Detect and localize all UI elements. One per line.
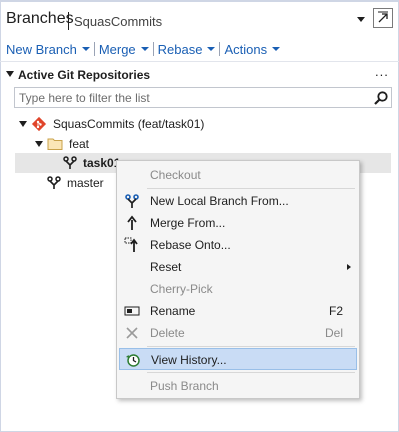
history-icon bbox=[126, 354, 140, 367]
tree-repo-row[interactable]: SquasCommits (feat/task01) bbox=[19, 114, 204, 134]
menu-item-label: Cherry-Pick bbox=[150, 282, 213, 296]
branch-icon bbox=[63, 156, 77, 169]
folder-icon bbox=[47, 138, 63, 150]
panel-header: Branches SquasCommits bbox=[0, 2, 399, 36]
tree-branch-row[interactable]: master bbox=[47, 173, 104, 193]
actions-label: Actions bbox=[224, 41, 268, 57]
toolbar-separator bbox=[152, 42, 154, 56]
rebase-icon bbox=[124, 237, 138, 252]
actions-button[interactable]: Actions bbox=[224, 42, 284, 57]
search-icon[interactable] bbox=[373, 90, 389, 106]
menu-item-merge-from[interactable]: Merge From... bbox=[119, 212, 357, 234]
folder-label: feat bbox=[69, 137, 90, 151]
expand-triangle-icon[interactable] bbox=[35, 141, 43, 147]
branch-label: master bbox=[67, 176, 104, 190]
tree-branch-row-current[interactable]: task01 bbox=[63, 153, 120, 173]
menu-item-rename[interactable]: Rename F2 bbox=[119, 300, 357, 322]
branch-icon bbox=[47, 176, 61, 189]
new-branch-label: New Branch bbox=[6, 41, 77, 57]
delete-icon bbox=[126, 327, 138, 339]
more-options-button[interactable]: ... bbox=[375, 64, 389, 79]
rebase-button[interactable]: Rebase bbox=[158, 42, 220, 57]
menu-item-cherry-pick[interactable]: Cherry-Pick bbox=[119, 278, 357, 300]
menu-item-delete[interactable]: Delete Del bbox=[119, 322, 357, 344]
panel-menu-dropdown-icon[interactable] bbox=[355, 13, 367, 25]
new-branch-button[interactable]: New Branch bbox=[6, 42, 94, 57]
menu-separator bbox=[147, 188, 355, 189]
toolbar-separator bbox=[219, 42, 221, 56]
branch-context-menu: Checkout New Local Branch From... Merge … bbox=[116, 160, 360, 399]
menu-item-label: Reset bbox=[150, 260, 182, 274]
expand-triangle-icon[interactable] bbox=[19, 121, 27, 127]
pop-out-icon bbox=[378, 11, 388, 23]
chevron-down-icon bbox=[272, 47, 281, 51]
menu-item-push-branch[interactable]: Push Branch bbox=[119, 375, 357, 397]
submenu-arrow-icon bbox=[347, 264, 351, 270]
rename-icon bbox=[124, 306, 140, 316]
menu-item-shortcut: F2 bbox=[328, 304, 343, 318]
menu-item-label: View History... bbox=[151, 353, 227, 367]
rebase-label: Rebase bbox=[157, 41, 203, 57]
filter-input[interactable] bbox=[19, 90, 359, 105]
menu-item-rebase-onto[interactable]: Rebase Onto... bbox=[119, 234, 357, 256]
menu-item-label: Merge From... bbox=[150, 216, 226, 230]
collapse-triangle-icon[interactable] bbox=[6, 71, 14, 77]
menu-item-label: Checkout bbox=[150, 168, 201, 182]
menu-item-checkout[interactable]: Checkout bbox=[119, 164, 357, 186]
merge-button[interactable]: Merge bbox=[99, 42, 153, 57]
active-repos-section[interactable]: Active Git Repositories ... bbox=[0, 64, 399, 84]
chevron-down-icon bbox=[207, 47, 216, 51]
chevron-down-icon bbox=[81, 47, 90, 51]
section-label: Active Git Repositories bbox=[18, 68, 151, 82]
branches-toolbar: New Branch Merge Rebase Actions bbox=[0, 38, 399, 60]
menu-item-label: Rebase Onto... bbox=[150, 238, 231, 252]
merge-label: Merge bbox=[98, 41, 136, 57]
new-branch-icon bbox=[125, 194, 139, 208]
menu-item-label: Push Branch bbox=[150, 379, 219, 393]
menu-separator bbox=[147, 346, 355, 347]
toolbar-divider bbox=[0, 61, 399, 62]
filter-box[interactable] bbox=[14, 87, 392, 108]
repo-name: SquasCommits bbox=[74, 14, 163, 29]
current-branch-label: task01 bbox=[83, 156, 121, 170]
panel-title: Branches bbox=[6, 10, 74, 27]
menu-item-label: New Local Branch From... bbox=[150, 194, 289, 208]
title-separator bbox=[68, 12, 69, 30]
git-logo-icon bbox=[31, 116, 47, 132]
menu-item-label: Rename bbox=[150, 304, 196, 318]
tree-folder-row[interactable]: feat bbox=[35, 134, 89, 154]
merge-icon bbox=[127, 215, 137, 230]
menu-item-shortcut: Del bbox=[324, 326, 343, 340]
repo-tree-label: SquasCommits (feat/task01) bbox=[53, 117, 205, 131]
menu-item-reset[interactable]: Reset bbox=[119, 256, 357, 278]
toolbar-separator bbox=[93, 42, 95, 56]
menu-item-label: Delete bbox=[150, 326, 185, 340]
menu-separator bbox=[147, 372, 355, 373]
menu-item-view-history[interactable]: View History... bbox=[119, 348, 357, 370]
chevron-down-icon bbox=[140, 47, 149, 51]
menu-item-new-local-branch[interactable]: New Local Branch From... bbox=[119, 190, 357, 212]
pop-out-button[interactable] bbox=[373, 8, 393, 28]
